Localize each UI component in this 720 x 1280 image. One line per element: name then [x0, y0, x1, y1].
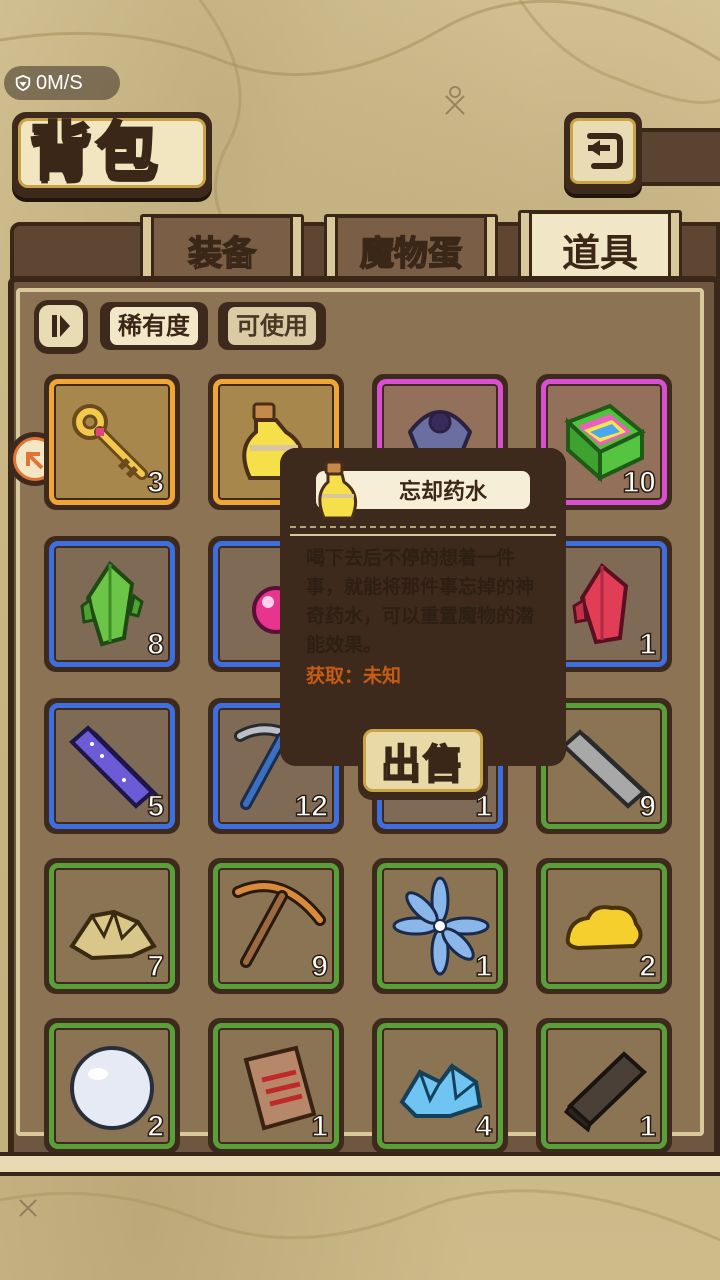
item-count: 1: [639, 1109, 657, 1144]
item-slot[interactable]: 7: [44, 858, 180, 994]
back-button[interactable]: [564, 112, 642, 194]
item-slot[interactable]: 8: [44, 536, 180, 672]
tab-items[interactable]: 道具: [518, 210, 682, 284]
item-count: 9: [311, 949, 329, 984]
tooltip-description: 喝下去后不停的想着一件事，就能将那件事忘掉的神奇药水，可以重置魔物的潜能效果。: [306, 547, 535, 656]
item-count: 3: [147, 465, 165, 500]
item-slot[interactable]: 9: [208, 858, 344, 994]
sell-button[interactable]: 出售: [358, 724, 488, 800]
tab-equipment-label: 装备: [187, 233, 257, 275]
back-bar: [636, 128, 720, 186]
item-count: 8: [147, 627, 165, 662]
item-count: 1: [311, 1109, 329, 1144]
page-title: 背包: [29, 114, 163, 190]
item-count: 10: [622, 465, 657, 500]
item-slot[interactable]: 1: [208, 1018, 344, 1154]
shield-icon: [15, 74, 31, 92]
filter-rarity[interactable]: 稀有度: [100, 302, 208, 350]
item-slot[interactable]: 1: [536, 1018, 672, 1154]
filter-usable-label: 可使用: [228, 307, 316, 345]
bottom-frame-bar: [0, 1152, 720, 1176]
network-speed-text: 0M/S: [36, 71, 83, 94]
item-count: 1: [475, 949, 493, 984]
item-slot[interactable]: 2: [44, 1018, 180, 1154]
item-count: 5: [147, 789, 165, 824]
item-count: 1: [639, 627, 657, 662]
item-count: 7: [147, 949, 165, 984]
tab-equipment[interactable]: 装备: [140, 214, 304, 288]
filter-usable[interactable]: 可使用: [218, 302, 326, 350]
item-slot[interactable]: 2: [536, 858, 672, 994]
item-count: 2: [639, 949, 657, 984]
item-count: 9: [639, 789, 657, 824]
item-count: 2: [147, 1109, 165, 1144]
sell-button-label: 出售: [363, 729, 483, 792]
collapse-icon: [52, 315, 70, 337]
item-slot[interactable]: 3: [44, 374, 180, 510]
collapse-filter-button[interactable]: [34, 300, 88, 354]
item-slot[interactable]: 1: [372, 858, 508, 994]
tab-monster-eggs-label: 魔物蛋: [359, 233, 463, 275]
item-count: 4: [475, 1109, 493, 1144]
filter-rarity-label: 稀有度: [110, 307, 198, 345]
tooltip-divider: [290, 526, 556, 536]
potion-icon: [318, 460, 358, 520]
item-slot[interactable]: 5: [44, 698, 180, 834]
tab-items-label: 道具: [561, 229, 638, 275]
tab-monster-eggs[interactable]: 魔物蛋: [324, 214, 498, 288]
tooltip-source: 获取：未知: [306, 665, 402, 687]
network-speed-indicator: 0M/S: [4, 66, 120, 100]
item-slot[interactable]: 4: [372, 1018, 508, 1154]
back-arrow-icon: [587, 133, 623, 169]
item-count: 12: [294, 789, 329, 824]
